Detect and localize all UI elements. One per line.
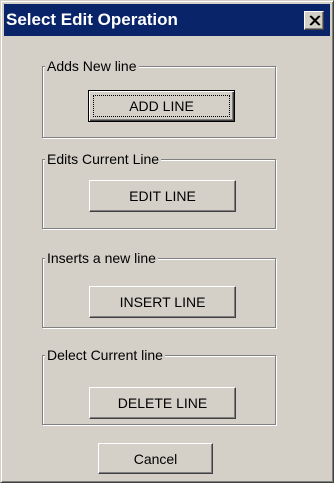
title-bar[interactable]: Select Edit Operation <box>4 4 330 36</box>
edit-line-group: Edits Current Line EDIT LINE <box>42 150 276 229</box>
edit-line-button[interactable]: EDIT LINE <box>89 180 236 212</box>
insert-line-button[interactable]: INSERT LINE <box>89 286 236 318</box>
edit-line-button-label: EDIT LINE <box>129 188 196 204</box>
insert-line-group: Inserts a new line INSERT LINE <box>42 249 276 328</box>
cancel-button-label: Cancel <box>133 451 178 467</box>
insert-line-group-label: Inserts a new line <box>45 249 158 267</box>
delete-line-button-label: DELETE LINE <box>117 395 208 411</box>
edit-line-group-label: Edits Current Line <box>45 150 162 168</box>
select-edit-operation-dialog: Select Edit Operation Adds New line ADD … <box>0 0 334 483</box>
add-line-button[interactable]: ADD LINE <box>88 90 235 122</box>
close-button[interactable] <box>304 11 324 30</box>
add-line-group: Adds New line ADD LINE <box>42 57 276 138</box>
cancel-button[interactable]: Cancel <box>98 443 213 474</box>
add-line-button-label: ADD LINE <box>129 98 194 114</box>
delete-line-group: Delect Current line DELETE LINE <box>42 346 276 425</box>
delete-line-button[interactable]: DELETE LINE <box>89 387 236 419</box>
add-line-group-label: Adds New line <box>45 57 139 75</box>
insert-line-button-label: INSERT LINE <box>119 294 206 310</box>
close-icon <box>309 15 321 26</box>
delete-line-group-label: Delect Current line <box>45 346 165 364</box>
dialog-title: Select Edit Operation <box>6 10 178 29</box>
